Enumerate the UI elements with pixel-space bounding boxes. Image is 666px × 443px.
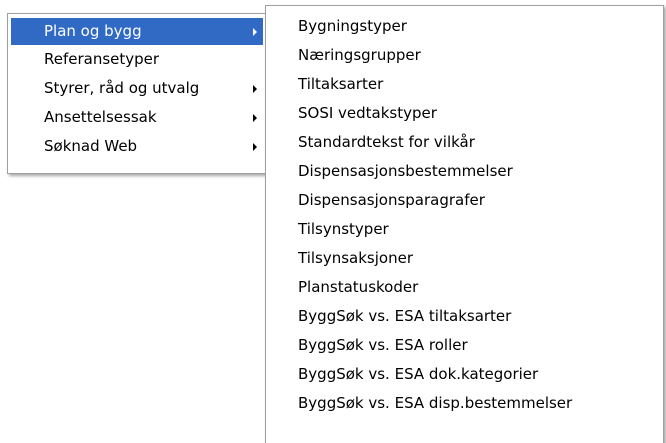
submenu-item-label: Tiltaksarter <box>298 75 384 93</box>
submenu-arrow-icon <box>253 113 257 122</box>
menu-item-label: Styrer, råd og utvalg <box>44 79 200 97</box>
submenu-item-label: Standardtekst for vilkår <box>298 133 475 151</box>
menu-item-label: Plan og bygg <box>44 22 142 40</box>
menu-item-label: Referansetyper <box>44 50 160 68</box>
context-menu: Plan og bygg Referansetyper Styrer, råd … <box>7 13 267 174</box>
menu-item-label: Søknad Web <box>44 137 138 155</box>
submenu-item-label: ByggSøk vs. ESA roller <box>298 336 468 354</box>
submenu-item-tilsynsaksjoner[interactable]: Tilsynsaksjoner <box>266 244 663 273</box>
submenu-item-byggsok-esa-tiltaksarter[interactable]: ByggSøk vs. ESA tiltaksarter <box>266 302 663 331</box>
submenu-item-naeringsgrupper[interactable]: Næringsgrupper <box>266 41 663 70</box>
submenu-item-label: ByggSøk vs. ESA disp.bestemmelser <box>298 394 573 412</box>
submenu-item-label: ByggSøk vs. ESA dok.kategorier <box>298 365 539 383</box>
submenu-item-dispensasjonsparagrafer[interactable]: Dispensasjonsparagrafer <box>266 186 663 215</box>
menu-item-styrer-rad-og-utvalg[interactable]: Styrer, råd og utvalg <box>11 74 263 103</box>
submenu-item-tilsynstyper[interactable]: Tilsynstyper <box>266 215 663 244</box>
submenu-item-byggsok-esa-disp-bestemmelser[interactable]: ByggSøk vs. ESA disp.bestemmelser <box>266 389 663 418</box>
submenu-item-label: Tilsynsaksjoner <box>298 249 413 267</box>
submenu-item-planstatuskoder[interactable]: Planstatuskoder <box>266 273 663 302</box>
submenu-item-label: SOSI vedtakstyper <box>298 104 437 122</box>
submenu-item-label: Dispensasjonsbestemmelser <box>298 162 513 180</box>
submenu-item-byggsok-esa-roller[interactable]: ByggSøk vs. ESA roller <box>266 331 663 360</box>
submenu-item-label: Tilsynstyper <box>298 220 389 238</box>
submenu-arrow-icon <box>253 27 257 36</box>
menu-item-plan-og-bygg[interactable]: Plan og bygg <box>11 18 263 45</box>
submenu-item-bygningstyper[interactable]: Bygningstyper <box>266 12 663 41</box>
submenu-item-label: Bygningstyper <box>298 17 407 35</box>
menu-item-soknad-web[interactable]: Søknad Web <box>11 132 263 161</box>
desktop-area: Plan og bygg Referansetyper Styrer, råd … <box>0 0 666 443</box>
submenu-item-dispensasjonsbestemmelser[interactable]: Dispensasjonsbestemmelser <box>266 157 663 186</box>
submenu-item-label: Planstatuskoder <box>298 278 419 296</box>
submenu-item-standardtekst-for-vilkar[interactable]: Standardtekst for vilkår <box>266 128 663 157</box>
submenu-plan-og-bygg: Bygningstyper Næringsgrupper Tiltaksarte… <box>265 5 664 443</box>
submenu-item-byggsok-esa-dok-kategorier[interactable]: ByggSøk vs. ESA dok.kategorier <box>266 360 663 389</box>
menu-item-referansetyper[interactable]: Referansetyper <box>11 45 263 74</box>
submenu-item-tiltaksarter[interactable]: Tiltaksarter <box>266 70 663 99</box>
submenu-item-label: Næringsgrupper <box>298 46 421 64</box>
menu-item-ansettelsessak[interactable]: Ansettelsessak <box>11 103 263 132</box>
submenu-item-sosi-vedtakstyper[interactable]: SOSI vedtakstyper <box>266 99 663 128</box>
submenu-arrow-icon <box>253 142 257 151</box>
menu-item-label: Ansettelsessak <box>44 108 157 126</box>
submenu-item-label: Dispensasjonsparagrafer <box>298 191 485 209</box>
submenu-arrow-icon <box>253 84 257 93</box>
submenu-item-label: ByggSøk vs. ESA tiltaksarter <box>298 307 512 325</box>
